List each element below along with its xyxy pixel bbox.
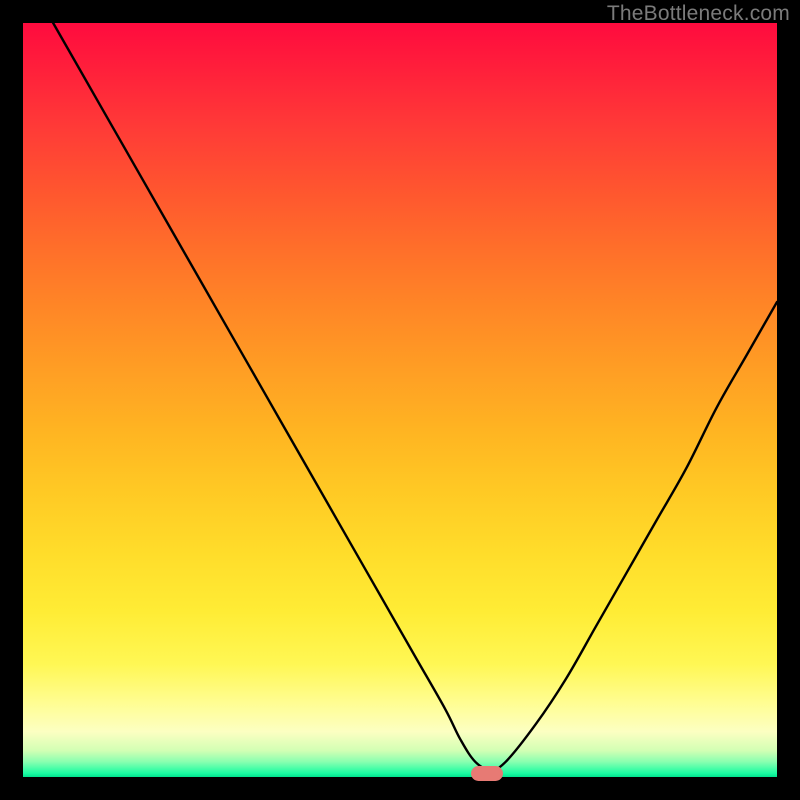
optimal-marker — [471, 766, 503, 781]
watermark-text: TheBottleneck.com — [607, 2, 790, 26]
plot-area — [23, 23, 777, 777]
bottleneck-curve — [23, 23, 777, 777]
chart-frame: TheBottleneck.com — [0, 0, 800, 800]
